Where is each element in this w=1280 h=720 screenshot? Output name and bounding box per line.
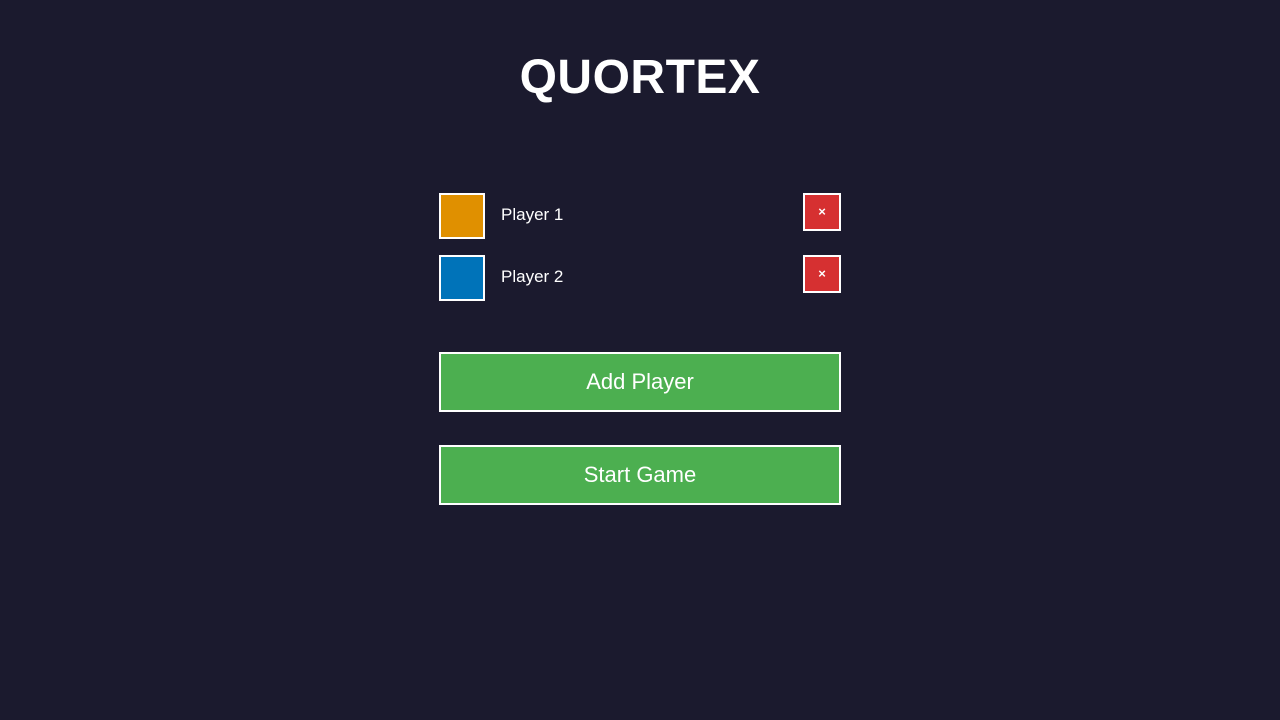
- player-color-swatch[interactable]: [439, 193, 485, 239]
- player-color-swatch[interactable]: [439, 255, 485, 301]
- player-row-1: Player 1 ×: [439, 193, 841, 239]
- player-name[interactable]: Player 2: [501, 255, 563, 301]
- player-list: Player 1 × Player 2 ×: [439, 193, 841, 317]
- player-name[interactable]: Player 1: [501, 193, 563, 239]
- player-row-2: Player 2 ×: [439, 255, 841, 301]
- add-player-button[interactable]: Add Player: [439, 352, 841, 412]
- start-game-button[interactable]: Start Game: [439, 445, 841, 505]
- remove-player-button[interactable]: ×: [803, 255, 841, 293]
- remove-player-button[interactable]: ×: [803, 193, 841, 231]
- game-title: QUORTEX: [519, 51, 761, 104]
